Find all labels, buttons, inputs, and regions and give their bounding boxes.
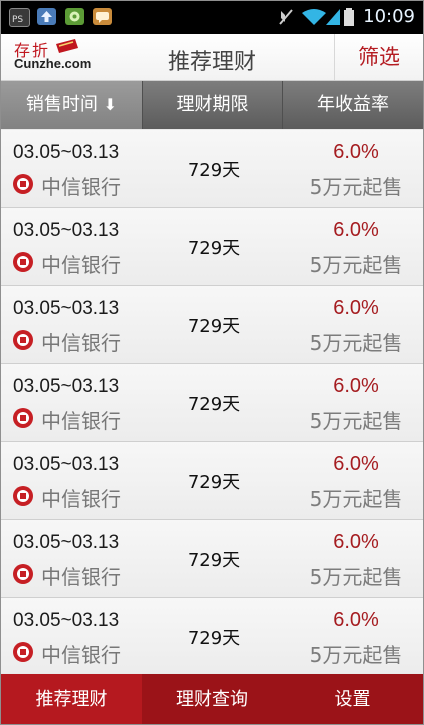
minimum-purchase: 5万元起售 bbox=[309, 565, 403, 589]
annual-yield-label: 年收益率 bbox=[317, 94, 389, 115]
filter-button[interactable]: 筛选 bbox=[334, 34, 423, 80]
product-row[interactable]: 03.05~03.13 中信银行 729天 6.0% 5万元起售 bbox=[1, 364, 423, 442]
citic-bank-icon bbox=[13, 564, 33, 584]
minimum-purchase: 5万元起售 bbox=[309, 253, 403, 277]
battery-icon bbox=[344, 8, 354, 26]
sort-down-arrow-icon: ⬇ bbox=[103, 95, 118, 114]
app-header: 存折 Cunzhe.com 推荐理财 筛选 bbox=[1, 34, 423, 81]
citic-bank-icon bbox=[13, 408, 33, 428]
sale-date: 03.05~03.13 bbox=[13, 376, 120, 397]
status-bar: PS 10:09 bbox=[1, 1, 423, 34]
product-row[interactable]: 03.05~03.13 中信银行 729天 6.0% 5万元起售 bbox=[1, 286, 423, 364]
tab-recommend[interactable]: 推荐理财 bbox=[1, 674, 142, 724]
bank-name: 中信银行 bbox=[41, 175, 121, 199]
bank-name: 中信银行 bbox=[41, 409, 121, 433]
clock: 10:09 bbox=[363, 6, 415, 27]
minimum-purchase: 5万元起售 bbox=[309, 409, 403, 433]
upload-icon bbox=[37, 8, 56, 25]
bank-name: 中信银行 bbox=[41, 253, 121, 277]
product-list[interactable]: 03.05~03.13 中信银行 729天 6.0% 5万元起售 03.05~0… bbox=[1, 130, 423, 673]
yield-value: 6.0% bbox=[333, 375, 379, 397]
sale-date: 03.05~03.13 bbox=[13, 610, 120, 631]
sale-date: 03.05~03.13 bbox=[13, 220, 120, 241]
bank-name: 中信银行 bbox=[41, 487, 121, 511]
wifi-icon bbox=[302, 9, 326, 25]
svg-text:PS: PS bbox=[12, 15, 23, 25]
minimum-purchase: 5万元起售 bbox=[309, 487, 403, 511]
product-row[interactable]: 03.05~03.13 中信银行 729天 6.0% 5万元起售 bbox=[1, 598, 423, 673]
game-icon bbox=[65, 8, 84, 25]
term-value: 729天 bbox=[187, 472, 241, 493]
product-row[interactable]: 03.05~03.13 中信银行 729天 6.0% 5万元起售 bbox=[1, 208, 423, 286]
sale-time-label: 销售时间 bbox=[25, 94, 98, 115]
bank-name: 中信银行 bbox=[41, 565, 121, 589]
yield-value: 6.0% bbox=[333, 141, 379, 163]
yield-value: 6.0% bbox=[333, 453, 379, 475]
app-frame: PS 10:09 存折 Cunzhe.com 推荐理财 筛选 销售时间 ⬇ 理财… bbox=[0, 0, 424, 725]
citic-bank-icon bbox=[13, 252, 33, 272]
product-row[interactable]: 03.05~03.13 中信银行 729天 6.0% 5万元起售 bbox=[1, 442, 423, 520]
yield-value: 6.0% bbox=[333, 297, 379, 319]
bank-name: 中信银行 bbox=[41, 331, 121, 355]
product-row[interactable]: 03.05~03.13 中信银行 729天 6.0% 5万元起售 bbox=[1, 130, 423, 208]
sort-annual-yield[interactable]: 年收益率 bbox=[283, 81, 423, 129]
sort-period[interactable]: 理财期限 bbox=[143, 81, 283, 129]
message-icon bbox=[93, 8, 112, 25]
mute-icon bbox=[279, 9, 293, 25]
sale-date: 03.05~03.13 bbox=[13, 532, 120, 553]
minimum-purchase: 5万元起售 bbox=[309, 643, 403, 667]
citic-bank-icon bbox=[13, 174, 33, 194]
tab-settings[interactable]: 设置 bbox=[282, 674, 423, 724]
debug-icon: PS bbox=[9, 8, 30, 27]
column-header: 销售时间 ⬇ 理财期限 年收益率 bbox=[1, 81, 423, 129]
term-value: 729天 bbox=[187, 628, 241, 649]
yield-value: 6.0% bbox=[333, 219, 379, 241]
citic-bank-icon bbox=[13, 642, 33, 662]
term-value: 729天 bbox=[187, 316, 241, 337]
product-row[interactable]: 03.05~03.13 中信银行 729天 6.0% 5万元起售 bbox=[1, 520, 423, 598]
sale-date: 03.05~03.13 bbox=[13, 454, 120, 475]
yield-value: 6.0% bbox=[333, 531, 379, 553]
sale-date: 03.05~03.13 bbox=[13, 298, 120, 319]
signal-icon bbox=[326, 9, 340, 25]
citic-bank-icon bbox=[13, 330, 33, 350]
term-value: 729天 bbox=[187, 160, 241, 181]
yield-value: 6.0% bbox=[333, 609, 379, 631]
citic-bank-icon bbox=[13, 486, 33, 506]
tab-query[interactable]: 理财查询 bbox=[142, 674, 282, 724]
sort-sale-time[interactable]: 销售时间 ⬇ bbox=[1, 81, 143, 129]
minimum-purchase: 5万元起售 bbox=[309, 331, 403, 355]
term-value: 729天 bbox=[187, 394, 241, 415]
minimum-purchase: 5万元起售 bbox=[309, 175, 403, 199]
bank-name: 中信银行 bbox=[41, 643, 121, 667]
term-value: 729天 bbox=[187, 550, 241, 571]
period-label: 理财期限 bbox=[176, 94, 249, 115]
sale-date: 03.05~03.13 bbox=[13, 142, 120, 163]
bottom-nav: 推荐理财 理财查询 设置 bbox=[1, 674, 423, 724]
term-value: 729天 bbox=[187, 238, 241, 259]
